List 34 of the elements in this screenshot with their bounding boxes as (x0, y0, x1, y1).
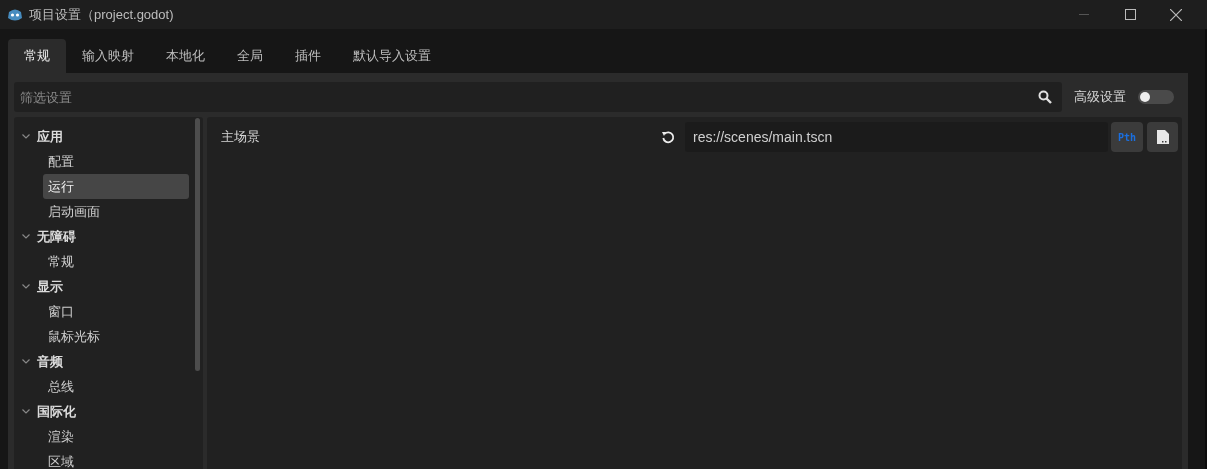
tab[interactable]: 默认导入设置 (337, 39, 447, 73)
tree-category[interactable]: 音频 (37, 351, 63, 372)
filter-field[interactable]: 筛选设置 (14, 82, 1062, 112)
tab[interactable]: 常规 (8, 39, 66, 73)
window-title: 项目设置（project.godot) (29, 5, 174, 24)
tab[interactable]: 输入映射 (66, 39, 150, 73)
setting-label: 主场景 (220, 128, 261, 147)
advanced-toggle[interactable] (1138, 90, 1174, 104)
file-icon (1156, 130, 1169, 144)
tree-item[interactable]: 总线 (43, 374, 189, 399)
tree-item[interactable]: 鼠标光标 (43, 324, 189, 349)
minimize-icon (1079, 14, 1089, 15)
search-icon (1038, 90, 1052, 104)
tree-item[interactable]: 区域 (43, 449, 189, 469)
tree-item[interactable]: 常规 (43, 249, 189, 274)
tree-item[interactable]: 窗口 (43, 299, 189, 324)
tree-item[interactable]: 配置 (43, 149, 189, 174)
advanced-settings-label: 高级设置 (1074, 88, 1126, 107)
path-field[interactable]: res://scenes/main.tscn (685, 122, 1108, 152)
tree-category[interactable]: 国际化 (37, 401, 76, 422)
tree-category[interactable]: 显示 (37, 276, 63, 297)
tree-item[interactable]: 渲染 (43, 424, 189, 449)
tab[interactable]: 插件 (279, 39, 337, 73)
tree-category[interactable]: 应用 (37, 126, 63, 147)
file-browse-button[interactable] (1147, 122, 1178, 152)
scrollbar[interactable] (195, 118, 200, 371)
tree-category[interactable]: 无障碍 (37, 226, 76, 247)
revert-icon[interactable] (661, 130, 675, 144)
tree-item[interactable]: 启动画面 (43, 199, 189, 224)
tab[interactable]: 本地化 (150, 39, 221, 73)
tree-item[interactable]: 运行 (43, 174, 189, 199)
tab[interactable]: 全局 (221, 39, 279, 73)
maximize-icon (1124, 9, 1136, 20)
close-icon (1170, 8, 1182, 21)
